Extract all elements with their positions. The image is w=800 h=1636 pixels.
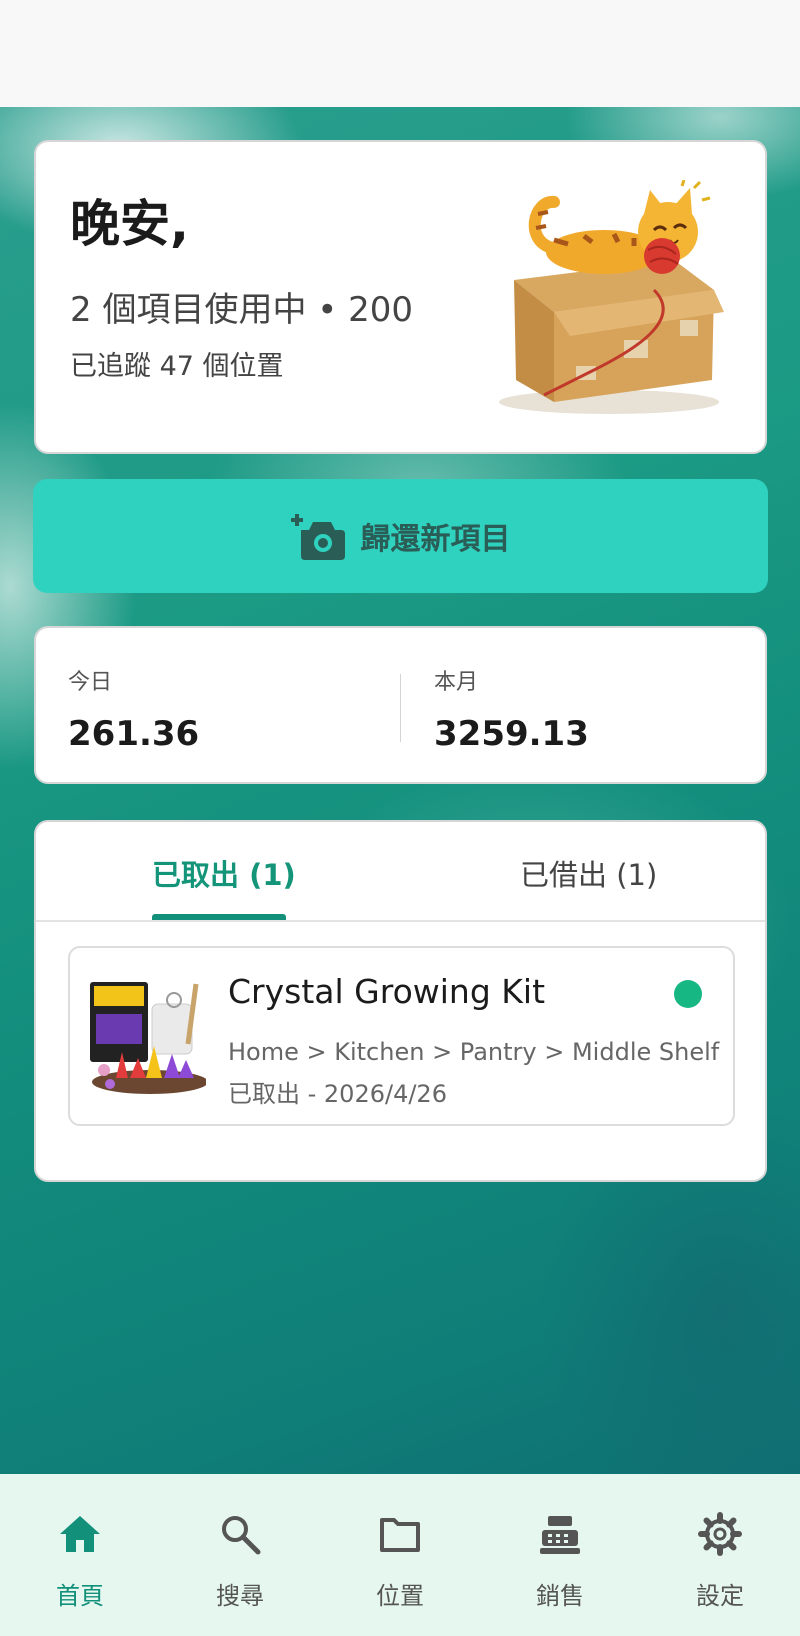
folder-icon — [380, 1518, 420, 1552]
today-value: 261.36 — [68, 714, 200, 754]
today-label: 今日 — [68, 670, 113, 695]
item-location-path: Home > Kitchen > Pantry > Middle Shelf — [228, 1038, 720, 1066]
search-icon — [222, 1516, 261, 1555]
tab-checked-out[interactable]: 已取出 (1) — [152, 852, 296, 894]
greeting-title: 晚安, — [70, 195, 189, 253]
cash-register-icon — [540, 1516, 580, 1554]
nav-locations[interactable]: 位置 — [320, 1474, 480, 1636]
tracked-locations-summary: 已追蹤 47 個位置 — [70, 351, 284, 382]
nav-home[interactable]: 首頁 — [0, 1474, 160, 1636]
nav-search-label: 搜尋 — [216, 1582, 264, 1610]
list-item[interactable]: Crystal Growing Kit Home > Kitchen > Pan… — [68, 946, 735, 1126]
nav-locations-label: 位置 — [376, 1582, 424, 1610]
status-indicator-dot — [674, 980, 702, 1008]
month-stat: 本月 3259.13 — [434, 664, 589, 754]
item-name: Crystal Growing Kit — [228, 972, 546, 1011]
status-bar — [0, 0, 800, 107]
nav-home-label: 首頁 — [56, 1582, 104, 1610]
tab-divider — [36, 920, 765, 922]
stat-divider — [400, 674, 401, 742]
gear-icon — [698, 1512, 742, 1556]
month-value: 3259.13 — [434, 714, 589, 754]
nav-settings[interactable]: 設定 — [640, 1474, 800, 1636]
today-stat: 今日 261.36 — [68, 664, 199, 754]
sales-summary-card: 今日 261.36 本月 3259.13 — [34, 626, 767, 784]
bottom-navigation: 首頁 搜尋 位置 銷售 設定 — [0, 1474, 800, 1636]
items-tabs-card: 已取出 (1) 已借出 (1) Crystal Growing Kit Home… — [34, 820, 767, 1182]
nav-sales[interactable]: 銷售 — [480, 1474, 640, 1636]
item-status-text: 已取出 - 2026/4/26 — [228, 1080, 447, 1108]
home-icon — [60, 1516, 100, 1552]
tab-lent-out[interactable]: 已借出 (1) — [520, 852, 657, 894]
return-new-item-label: 歸還新項目 — [360, 522, 511, 557]
nav-settings-label: 設定 — [696, 1582, 744, 1610]
items-in-use-summary: 2 個項目使用中 • 200 — [70, 290, 414, 330]
nav-search[interactable]: 搜尋 — [160, 1474, 320, 1636]
greeting-card: 晚安, 2 個項目使用中 • 200 已追蹤 47 個位置 — [34, 140, 767, 454]
month-label: 本月 — [434, 670, 479, 695]
cat-in-box-illustration — [499, 180, 724, 414]
nav-sales-label: 銷售 — [536, 1582, 584, 1610]
return-new-item-button[interactable]: 歸還新項目 — [33, 479, 768, 593]
item-thumbnail — [90, 982, 206, 1094]
add-photo-icon — [290, 514, 345, 560]
